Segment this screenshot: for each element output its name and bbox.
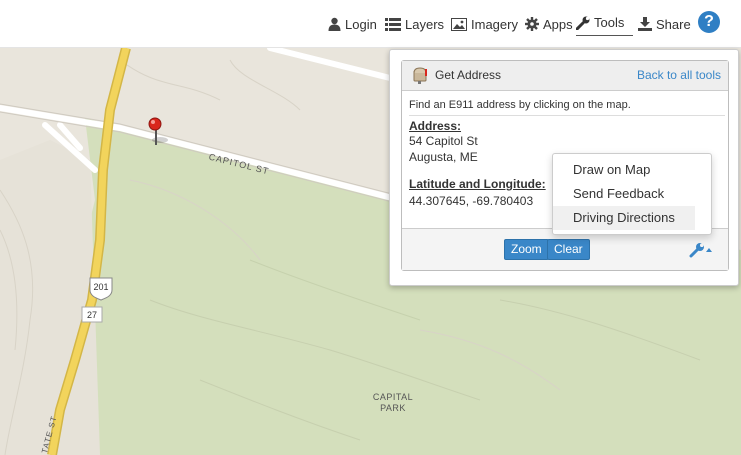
help-icon[interactable]: ?: [698, 11, 720, 33]
top-navbar: Login Layers Imagery Apps Tools Share ?: [0, 0, 741, 48]
user-icon: [328, 17, 341, 31]
download-icon: [638, 17, 652, 31]
mailbox-icon: [413, 67, 427, 84]
address-line1: 54 Capitol St: [409, 134, 478, 148]
park-label: CAPITAL PARK: [368, 392, 418, 414]
menu-item-send-feedback[interactable]: Send Feedback: [553, 182, 695, 206]
tools-dropdown-menu: Draw on Map Send Feedback Driving Direct…: [552, 153, 712, 235]
wrench-menu-icon[interactable]: [688, 241, 714, 259]
picture-icon: [451, 17, 467, 31]
nav-layers[interactable]: Layers: [385, 14, 444, 34]
nav-tools-label: Tools: [594, 15, 625, 30]
instructions-text: Find an E911 address by clicking on the …: [409, 99, 725, 116]
nav-imagery-label: Imagery: [471, 16, 518, 32]
back-to-all-tools-link[interactable]: Back to all tools: [637, 68, 721, 82]
nav-share[interactable]: Share: [638, 14, 691, 34]
route-shield-27: 27: [86, 310, 97, 320]
nav-apps[interactable]: Apps: [525, 14, 573, 34]
menu-item-draw-on-map[interactable]: Draw on Map: [553, 158, 695, 182]
widget-title: Get Address: [435, 68, 502, 82]
widget-header: Get Address Back to all tools: [402, 61, 728, 91]
nav-login[interactable]: Login: [328, 14, 377, 34]
route-shield-201: 201: [93, 282, 109, 292]
nav-tools[interactable]: Tools: [576, 12, 633, 36]
nav-share-label: Share: [656, 16, 691, 32]
clear-button[interactable]: Clear: [547, 239, 590, 260]
nav-imagery[interactable]: Imagery: [451, 14, 518, 34]
gear-icon: [525, 17, 539, 31]
park-label-line2: PARK: [380, 403, 406, 413]
nav-layers-label: Layers: [405, 16, 445, 32]
address-label: Address:: [409, 119, 462, 133]
nav-login-label: Login: [345, 16, 377, 32]
zoom-button[interactable]: Zoom: [504, 239, 549, 260]
wrench-icon: [576, 16, 590, 30]
park-label-line1: CAPITAL: [372, 392, 414, 402]
nav-apps-label: Apps: [543, 16, 573, 32]
menu-item-driving-directions[interactable]: Driving Directions: [553, 206, 695, 230]
list-icon: [385, 17, 401, 31]
